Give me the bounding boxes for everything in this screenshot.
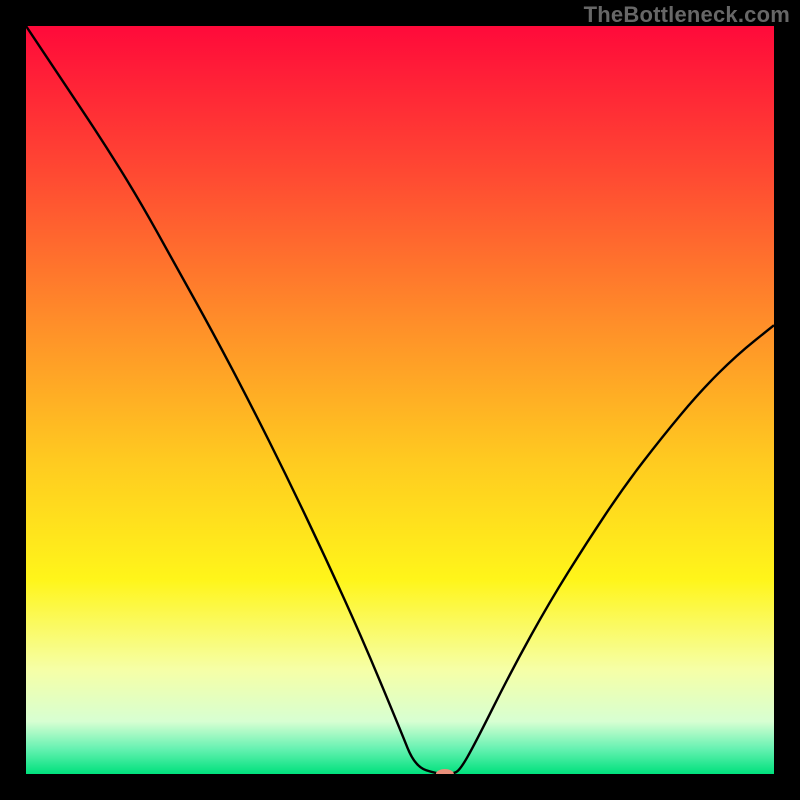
chart-frame: TheBottleneck.com	[0, 0, 800, 800]
plot-area	[26, 26, 774, 774]
watermark-label: TheBottleneck.com	[584, 2, 790, 28]
gradient-background	[26, 26, 774, 774]
bottleneck-chart	[26, 26, 774, 774]
